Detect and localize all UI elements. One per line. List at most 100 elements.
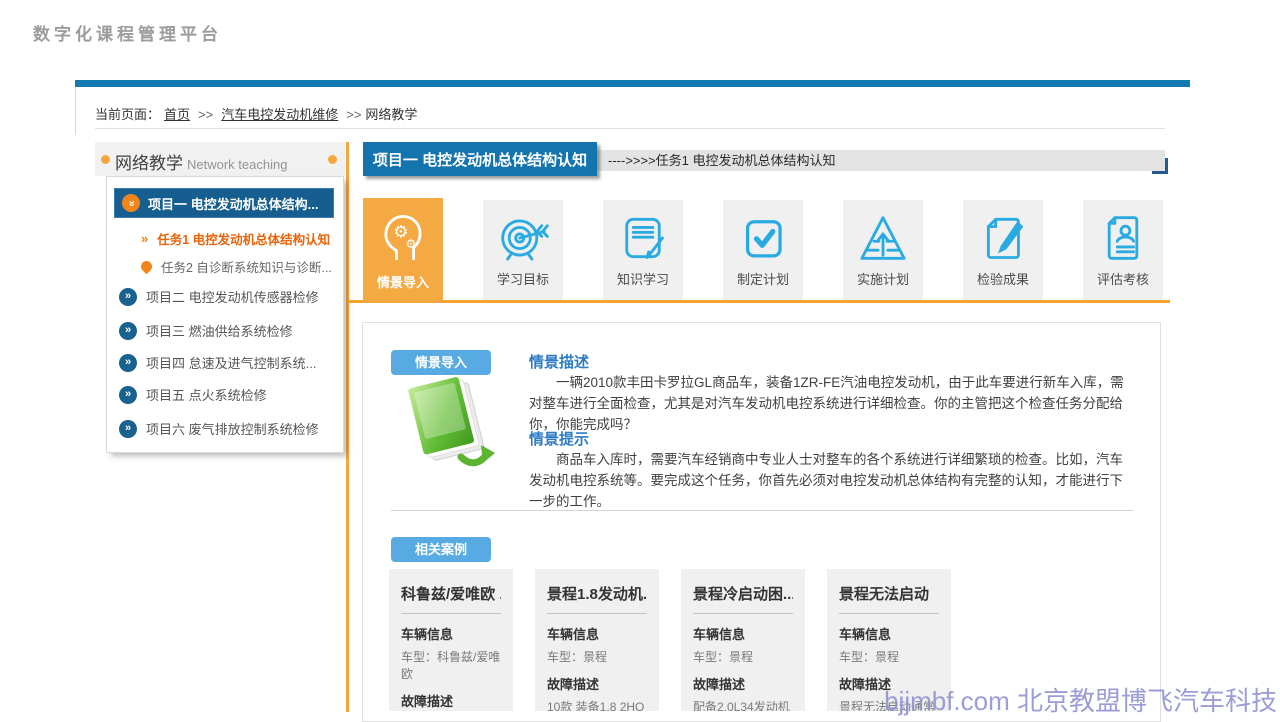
sidebar-item-project3[interactable]: » 项目三 燃油供给系统检修 [119, 321, 293, 340]
breadcrumb-prefix: 当前页面： [95, 107, 160, 122]
sidebar-title-zh: 网络教学 [115, 154, 183, 173]
chevron-down-icon: » [122, 194, 140, 212]
fault-desc-text: 10款 装备1.8 2HO发动机的景程发动机故障灯 [547, 698, 647, 711]
case-card[interactable]: 科鲁兹/爱唯欧 ... 车辆信息 车型：科鲁兹/爱唯欧 故障描述 10款CRUZ… [389, 569, 513, 711]
sidebar-item-label: 项目四 怠速及进气控制系统... [146, 353, 316, 372]
case-title: 科鲁兹/爱唯欧 ... [401, 583, 501, 614]
tab-label: 学习目标 [483, 269, 563, 288]
scenario-desc-text: 一辆2010款丰田卡罗拉GL商品车，装备1ZR-FE汽油电控发动机，由于此车要进… [529, 372, 1131, 435]
case-title: 景程无法启动 [839, 583, 939, 614]
breadcrumb-link-course[interactable]: 汽车电控发动机维修 [221, 107, 338, 122]
tab-label: 知识学习 [603, 269, 683, 288]
orange-dot-icon [328, 155, 337, 164]
sidebar-nav-panel: » 项目一 电控发动机总体结构... » 任务1 电控发动机总体结构认知 任务2… [106, 176, 344, 453]
breadcrumb-current: 网络教学 [365, 107, 417, 122]
sidebar-title-en: Network teaching [187, 157, 287, 172]
sidebar-item-label: 任务2 自诊断系统知识与诊断... [161, 257, 332, 276]
vehicle-model: 车型：科鲁兹/爱唯欧 [401, 648, 501, 682]
fault-desc-label: 故障描述 [401, 691, 501, 710]
target-arrow-icon [497, 210, 549, 266]
vehicle-info-label: 车辆信息 [839, 624, 939, 643]
sidebar-item-task2[interactable]: 任务2 自诊断系统知识与诊断... [141, 257, 332, 276]
double-arrow-icon: » [141, 231, 148, 246]
tab-label: 制定计划 [723, 269, 803, 288]
breadcrumb-divider [95, 128, 1165, 129]
sidebar-item-project2[interactable]: » 项目二 电控发动机传感器检修 [119, 287, 319, 306]
sidebar-item-label: 项目三 燃油供给系统检修 [146, 321, 293, 340]
vehicle-info-label: 车辆信息 [547, 624, 647, 643]
scenario-desc-title: 情景描述 [529, 351, 589, 372]
vehicle-info-label: 车辆信息 [693, 624, 793, 643]
left-edge-line [75, 87, 76, 135]
corner-bracket-icon [1152, 158, 1168, 174]
scenario-tip-text: 商品车入库时，需要汽车经销商中专业人士对整车的各个系统进行详细繁琐的检查。比如，… [529, 449, 1131, 512]
checkbox-icon [737, 210, 789, 266]
tab-label: 评估考核 [1083, 269, 1163, 288]
tab-label: 检验成果 [963, 269, 1043, 288]
orange-underline [349, 300, 1170, 303]
sidebar-item-project5[interactable]: » 项目五 点火系统检修 [119, 385, 267, 404]
breadcrumb-link-home[interactable]: 首页 [164, 107, 190, 122]
paper-pencil-icon [977, 210, 1029, 266]
orange-dot-icon [139, 259, 155, 275]
breadcrumb-separator: >> [198, 107, 213, 122]
sidebar-item-label: 项目五 点火系统检修 [146, 385, 267, 404]
tab-label: 情景导入 [363, 272, 443, 291]
fault-desc-label: 故障描述 [547, 674, 647, 693]
tab-make-plan[interactable]: 制定计划 [723, 200, 803, 300]
sidebar-item-label: 项目六 废气排放控制系统检修 [146, 419, 319, 438]
sidebar-item-task1[interactable]: » 任务1 电控发动机总体结构认知 [141, 229, 330, 248]
svg-text:⚙: ⚙ [405, 237, 416, 251]
related-cases-list: 科鲁兹/爱唯欧 ... 车辆信息 车型：科鲁兹/爱唯欧 故障描述 10款CRUZ… [389, 569, 951, 711]
case-title: 景程1.8发动机... [547, 583, 647, 614]
tab-knowledge-learning[interactable]: 知识学习 [603, 200, 683, 300]
case-title: 景程冷启动困... [693, 583, 793, 614]
tab-learning-goals[interactable]: 学习目标 [483, 200, 563, 300]
sidebar-item-project4[interactable]: » 项目四 怠速及进气控制系统... [119, 353, 316, 372]
sidebar-item-label: 任务1 电控发动机总体结构认知 [157, 229, 330, 248]
orange-dot-icon [101, 155, 110, 164]
related-cases-button[interactable]: 相关案例 [391, 537, 491, 562]
fault-desc-text: 配备2.0L34发动机的景程，在冬季寒冷状态 [693, 698, 793, 711]
vehicle-info-label: 车辆信息 [401, 624, 501, 643]
notebook-pencil-icon [617, 210, 669, 266]
breadcrumb: 当前页面： 首页 >> 汽车电控发动机维修 >> 网络教学 [95, 104, 417, 123]
breadcrumb-separator: >> [346, 107, 361, 122]
case-card[interactable]: 景程冷启动困... 车辆信息 车型：景程 故障描述 配备2.0L34发动机的景程… [681, 569, 805, 711]
vehicle-model: 车型：景程 [693, 648, 793, 665]
tab-scenario-intro[interactable]: ⚙ ⚙ 情景导入 [363, 198, 443, 303]
tab-implement-plan[interactable]: 实施计划 [843, 200, 923, 300]
page-title: 数字化课程管理平台 [33, 20, 222, 45]
sidebar-item-project6[interactable]: » 项目六 废气排放控制系统检修 [119, 419, 319, 438]
vehicle-model: 车型：景程 [839, 648, 939, 665]
head-gears-icon: ⚙ ⚙ [377, 208, 429, 264]
tab-evaluate-assess[interactable]: 评估考核 [1083, 200, 1163, 300]
content-panel: 情景导入 情景描述 一辆2010款丰田卡罗拉GL商品车，装备1ZR-FE汽油电控… [362, 322, 1161, 722]
sidebar-item-label: 项目一 电控发动机总体结构... [148, 194, 318, 213]
double-arrow-icon: » [119, 322, 137, 340]
top-accent-bar [75, 80, 1190, 87]
case-card[interactable]: 景程1.8发动机... 车辆信息 车型：景程 故障描述 10款 装备1.8 2H… [535, 569, 659, 711]
double-arrow-icon: » [119, 288, 137, 306]
project-title-banner: 项目一 电控发动机总体结构认知 [363, 142, 597, 176]
sidebar-title: 网络教学 Network teaching [115, 149, 287, 174]
double-arrow-icon: » [119, 354, 137, 372]
sidebar-header: 网络教学 Network teaching [95, 142, 345, 176]
resume-icon [1097, 210, 1149, 266]
pyramid-arrow-icon [857, 210, 909, 266]
section-divider [391, 510, 1133, 511]
fault-desc-label: 故障描述 [693, 674, 793, 693]
watermark: bjjmbf.com 北京教盟博飞汽车科技 [884, 681, 1277, 718]
scenario-tip-title: 情景提示 [529, 428, 589, 449]
task-path-bar: ---->>>>任务1 电控发动机总体结构认知 [596, 150, 1165, 171]
green-book-icon [395, 375, 495, 471]
vehicle-model: 车型：景程 [547, 648, 647, 665]
tab-check-results[interactable]: 检验成果 [963, 200, 1043, 300]
scenario-intro-button[interactable]: 情景导入 [391, 350, 491, 375]
sidebar-item-label: 项目二 电控发动机传感器检修 [146, 287, 319, 306]
orange-vertical-divider [346, 142, 349, 712]
double-arrow-icon: » [119, 386, 137, 404]
sidebar-item-project1[interactable]: » 项目一 电控发动机总体结构... [114, 188, 334, 218]
double-arrow-icon: » [119, 420, 137, 438]
tab-label: 实施计划 [843, 269, 923, 288]
